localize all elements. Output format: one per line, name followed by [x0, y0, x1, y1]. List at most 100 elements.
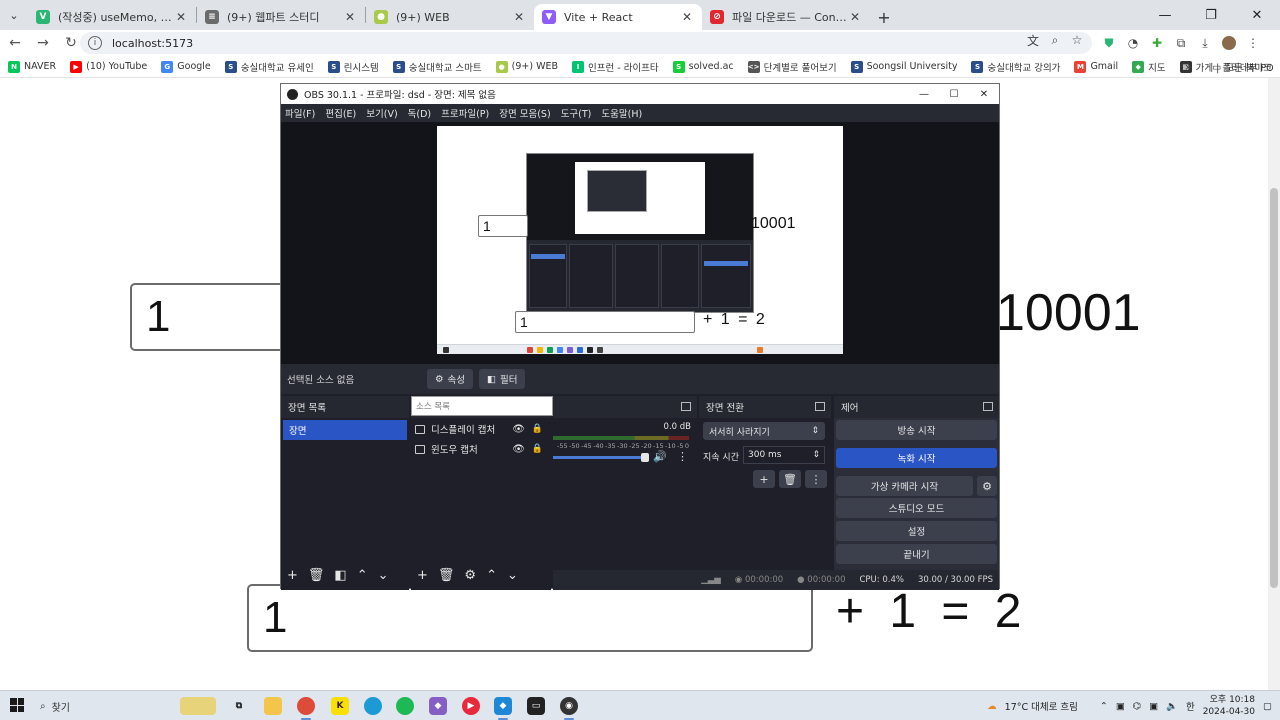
- source-row-window-capture[interactable]: 윈도우 캡처 👁 🔒: [415, 440, 549, 458]
- eye-icon[interactable]: 👁: [512, 444, 525, 455]
- tab-0[interactable]: V (작성중) useMemo, useCallba ✕: [28, 4, 196, 30]
- bookmark-item[interactable]: ▶ (10) YouTube: [70, 60, 147, 73]
- bookmark-item[interactable]: M Gmail: [1074, 60, 1118, 73]
- start-streaming-button[interactable]: 방송 시작: [836, 420, 997, 440]
- tab-4[interactable]: ⊘ 파일 다운로드 — Convertio ✕: [702, 4, 870, 30]
- menu-dock[interactable]: 독(D): [408, 106, 431, 120]
- close-tab-icon[interactable]: ✕: [680, 10, 694, 24]
- search-highlight-icon[interactable]: [180, 697, 216, 715]
- lock-icon[interactable]: 🔒: [532, 424, 543, 434]
- bookmark-item[interactable]: ◆ 지도: [1132, 60, 1166, 74]
- chrome-icon[interactable]: [297, 697, 315, 715]
- chevron-down-icon[interactable]: ⌄: [507, 568, 518, 583]
- bookmark-item[interactable]: S 숭실대학교 유세인: [224, 60, 314, 74]
- bookmark-item[interactable]: <> 단계별로 풀어보기: [747, 60, 837, 74]
- ime-indicator[interactable]: 한: [1186, 699, 1195, 713]
- tab-2[interactable]: ● (9+) WEB ✕: [366, 4, 534, 30]
- close-tab-icon[interactable]: ✕: [848, 10, 862, 24]
- media-player-icon[interactable]: ▶: [462, 697, 480, 715]
- windows-start-icon[interactable]: [10, 698, 24, 712]
- tab-3-active[interactable]: ▼ Vite + React ✕: [534, 4, 702, 30]
- close-tab-icon[interactable]: ✕: [174, 10, 188, 24]
- chevron-up-icon[interactable]: ⌃: [357, 568, 368, 583]
- scene-filter-icon[interactable]: ◧: [334, 568, 346, 583]
- scene-item[interactable]: 장면: [283, 420, 407, 440]
- trash-icon[interactable]: 🗑: [308, 568, 325, 583]
- bookmark-item[interactable]: G Google: [161, 60, 211, 73]
- tab-1[interactable]: ≡ (9+) 웹파트 스터디 ✕: [197, 4, 365, 30]
- maximize-icon[interactable]: ❐: [1188, 0, 1234, 30]
- terminal-icon[interactable]: ▭: [527, 697, 545, 715]
- minimize-icon[interactable]: —: [1142, 0, 1188, 30]
- tray-app-icon[interactable]: ▣: [1149, 701, 1158, 712]
- bookmark-item[interactable]: I 인프런 - 라이프타: [572, 60, 659, 74]
- menu-edit[interactable]: 편집(E): [325, 106, 356, 120]
- start-recording-button[interactable]: 녹화 시작: [836, 448, 997, 468]
- volume-icon[interactable]: 🔈: [1166, 701, 1178, 712]
- close-window-icon[interactable]: ✕: [969, 84, 999, 104]
- filters-button[interactable]: ◧ 필터: [479, 369, 526, 389]
- obs-preview-canvas[interactable]: 1 10001 1 + 1 = 2: [437, 126, 843, 354]
- spotify-icon[interactable]: [396, 697, 414, 715]
- menu-scene-collection[interactable]: 장면 모음(S): [499, 106, 550, 120]
- weather-text[interactable]: 17°C 대체로 흐림: [1005, 699, 1078, 713]
- network-icon[interactable]: ⌬: [1133, 701, 1141, 712]
- more-vert-icon[interactable]: ⋮: [1246, 36, 1260, 50]
- obs-taskbar-icon[interactable]: ◉: [560, 697, 578, 715]
- chevron-up-icon[interactable]: ⌃: [1100, 701, 1108, 712]
- notification-icon[interactable]: ▢: [1263, 701, 1272, 712]
- settings-button[interactable]: 설정: [836, 521, 997, 541]
- speaker-icon[interactable]: 🔊: [653, 450, 667, 463]
- menu-profile[interactable]: 프로파일(P): [441, 106, 489, 120]
- properties-button[interactable]: ⚙ 속성: [427, 369, 474, 389]
- address-bar[interactable]: i localhost:5173: [80, 32, 1092, 54]
- start-virtual-camera-button[interactable]: 가상 카메라 시작: [836, 476, 973, 496]
- shield-extension-icon[interactable]: ⛊: [1102, 36, 1116, 50]
- bookmark-star-icon[interactable]: ☆: [1070, 33, 1084, 47]
- more-vert-icon[interactable]: ⋮: [805, 470, 827, 488]
- menu-help[interactable]: 도움말(H): [601, 106, 642, 120]
- taskbar-search[interactable]: ⌕ 찾기: [40, 696, 70, 716]
- chevron-up-icon[interactable]: ⌃: [486, 568, 497, 583]
- studio-mode-button[interactable]: 스튜디오 모드: [836, 498, 997, 518]
- source-row-display-capture[interactable]: 디스플레이 캡처 👁 🔒: [415, 420, 549, 438]
- edge-icon[interactable]: [364, 697, 382, 715]
- menu-file[interactable]: 파일(F): [285, 106, 315, 120]
- tray-app-icon[interactable]: ▣: [1116, 701, 1125, 712]
- popout-icon[interactable]: [681, 402, 691, 411]
- translate-icon[interactable]: 文: [1026, 33, 1040, 48]
- volume-slider-handle[interactable]: [641, 453, 649, 462]
- back-icon[interactable]: ←: [2, 30, 28, 56]
- trash-icon[interactable]: 🗑: [779, 470, 801, 488]
- task-view-icon[interactable]: ⧉: [230, 697, 248, 715]
- maximize-icon[interactable]: ☐: [939, 84, 969, 104]
- bookmark-item[interactable]: Ssolved.ac: [672, 60, 734, 73]
- add-icon[interactable]: +: [287, 568, 298, 583]
- page-scrollbar[interactable]: [1268, 78, 1280, 690]
- avatar[interactable]: [1222, 36, 1236, 50]
- site-info-icon[interactable]: i: [88, 36, 102, 50]
- vscode-icon[interactable]: ◆: [494, 697, 512, 715]
- menu-view[interactable]: 보기(V): [366, 106, 397, 120]
- forward-icon[interactable]: →: [30, 30, 56, 56]
- transition-select[interactable]: 서서히 사라지기 ⇕: [703, 422, 825, 440]
- menu-tools[interactable]: 도구(T): [561, 106, 592, 120]
- duration-spinbox[interactable]: 300 ms ⇕: [743, 446, 825, 464]
- download-icon[interactable]: ⤓: [1198, 36, 1212, 50]
- minimize-icon[interactable]: —: [909, 84, 939, 104]
- close-tab-icon[interactable]: ✕: [512, 10, 526, 24]
- kakaotalk-icon[interactable]: K: [331, 697, 349, 715]
- chevron-down-icon[interactable]: ⌄: [378, 568, 389, 583]
- close-window-icon[interactable]: ✕: [1234, 0, 1280, 30]
- tab-search-dropdown[interactable]: ⌄: [0, 0, 28, 30]
- weather-icon[interactable]: ☁: [987, 701, 997, 712]
- bookmark-item[interactable]: S Soongsil University: [850, 60, 957, 73]
- more-vert-icon[interactable]: ⋮: [677, 450, 688, 463]
- volume-slider-track[interactable]: [553, 456, 643, 459]
- bottom-number-input[interactable]: 1: [247, 584, 813, 652]
- exit-button[interactable]: 끝내기: [836, 544, 997, 564]
- clock[interactable]: 오후 10:18 2024-04-30: [1203, 694, 1255, 718]
- source-search-input[interactable]: 소스 목록: [411, 396, 553, 416]
- trash-icon[interactable]: 🗑: [438, 568, 455, 583]
- extension-icon[interactable]: ◔: [1126, 36, 1140, 50]
